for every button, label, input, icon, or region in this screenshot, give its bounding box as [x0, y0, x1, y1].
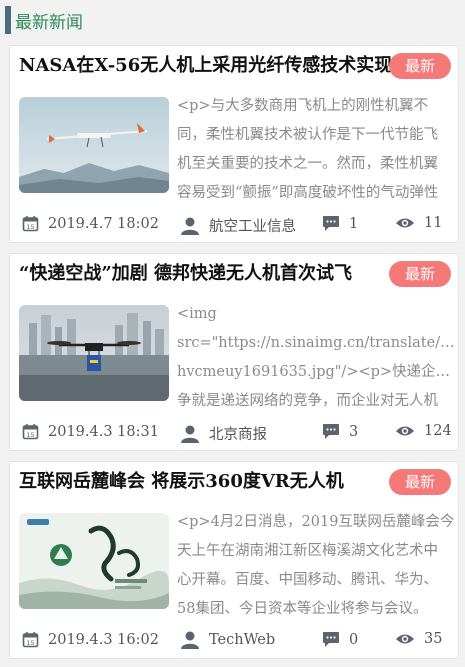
news-card[interactable]: NASA在X-56无人机上采用光纤传感技术实现 最新 <p>与大多数商用飞机上的… — [9, 45, 459, 243]
comment-count: 0 — [349, 631, 359, 648]
author-meta: 航空工业信息 — [180, 215, 296, 236]
date-meta: 15 2019.4.3 16:02 — [22, 631, 159, 648]
calendar-icon: 15 — [22, 216, 39, 232]
svg-text:15: 15 — [26, 639, 34, 647]
new-badge: 最新 — [389, 469, 451, 495]
views-meta: 11 — [395, 215, 442, 231]
comment-meta[interactable]: 3 — [322, 423, 358, 440]
news-title[interactable]: “快递空战”加剧 德邦快递无人机首次试飞 — [19, 262, 368, 286]
news-author: 北京商报 — [209, 427, 267, 443]
section-header: 最新新闻 — [0, 0, 465, 38]
svg-text:15: 15 — [26, 223, 34, 231]
eye-icon — [396, 218, 414, 228]
news-summary: <img src="https://n.sinaimg.cn/translate… — [177, 306, 460, 409]
comment-icon — [323, 632, 339, 647]
drone-image — [19, 305, 169, 401]
comment-icon — [323, 216, 339, 231]
section-accent-bar — [5, 6, 11, 34]
summit-poster-image — [19, 513, 169, 609]
section-title: 最新新闻 — [15, 13, 83, 33]
comment-meta[interactable]: 0 — [322, 631, 358, 648]
news-meta: 15 2019.4.7 18:02 航空工业信息 1 11 — [10, 212, 458, 240]
news-thumbnail[interactable] — [19, 97, 169, 193]
news-thumbnail[interactable] — [19, 513, 169, 609]
calendar-icon: 15 — [22, 632, 39, 648]
comment-icon — [323, 424, 339, 439]
author-meta: 北京商报 — [180, 423, 267, 444]
aircraft-image — [19, 97, 169, 193]
news-title[interactable]: NASA在X-56无人机上采用光纤传感技术实现 — [19, 54, 392, 78]
new-badge: 最新 — [389, 53, 451, 79]
view-count: 11 — [424, 215, 443, 231]
views-meta: 124 — [395, 423, 452, 439]
news-date: 2019.4.7 18:02 — [48, 215, 159, 232]
date-meta: 15 2019.4.7 18:02 — [22, 215, 159, 232]
news-card[interactable]: “快递空战”加剧 德邦快递无人机首次试飞 最新 <img src="https:… — [9, 253, 460, 451]
comment-count: 3 — [349, 423, 359, 440]
news-thumbnail[interactable] — [19, 305, 169, 401]
date-meta: 15 2019.4.3 18:31 — [22, 423, 159, 440]
calendar-icon: 15 — [22, 424, 39, 440]
eye-icon — [396, 426, 414, 436]
news-meta: 15 2019.4.3 18:31 北京商报 3 124 — [10, 420, 458, 448]
user-icon — [181, 217, 199, 235]
author-meta: TechWeb — [180, 631, 275, 649]
view-count: 35 — [424, 631, 443, 647]
eye-icon — [396, 634, 414, 644]
new-badge: 最新 — [389, 261, 451, 287]
news-summary: <p>4月2日消息，2019互联网岳麓峰会今 天上午在湖南湘江新区梅溪湖文化艺术… — [177, 514, 455, 617]
user-icon — [181, 425, 199, 443]
news-date: 2019.4.3 16:02 — [48, 631, 159, 648]
view-count: 124 — [424, 423, 452, 439]
svg-text:15: 15 — [26, 431, 34, 439]
news-date: 2019.4.3 18:31 — [48, 423, 159, 440]
comment-count: 1 — [349, 215, 359, 232]
comment-meta[interactable]: 1 — [322, 215, 358, 232]
news-author: TechWeb — [209, 632, 276, 648]
news-meta: 15 2019.4.3 16:02 TechWeb 0 35 — [10, 628, 458, 656]
news-author: 航空工业信息 — [209, 219, 296, 235]
news-summary: <p>与大多数商用飞机上的刚性机翼不 同，柔性机翼技术被认作是下一代节能飞 机至… — [177, 98, 439, 201]
views-meta: 35 — [395, 631, 442, 647]
user-icon — [181, 631, 199, 649]
news-card[interactable]: 互联网岳麓峰会 将展示360度VR无人机 最新 <p>4月2日消息，2019互联… — [9, 461, 459, 659]
news-title[interactable]: 互联网岳麓峰会 将展示360度VR无人机 — [19, 470, 368, 494]
